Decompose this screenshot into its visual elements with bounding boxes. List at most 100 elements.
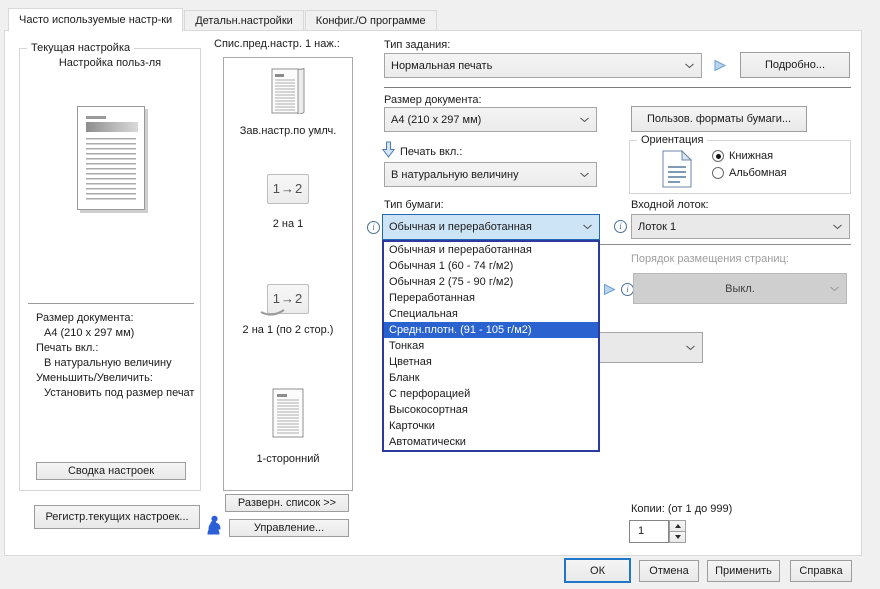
expand-list-button[interactable]: Разверн. список >> xyxy=(225,494,349,512)
job-type-value: Нормальная печать xyxy=(385,60,701,72)
chevron-down-icon xyxy=(583,225,592,230)
copies-spinner xyxy=(669,520,686,543)
apply-button[interactable]: Применить xyxy=(707,560,780,582)
one-click-presets-label: Спис.пред.настр. 1 наж.: xyxy=(214,38,340,50)
preview-heading-line xyxy=(86,116,106,119)
preset-item-3[interactable]: 1-сторонний xyxy=(224,388,352,465)
paper-type-option-2[interactable]: Обычная 2 (75 - 90 г/м2) xyxy=(384,274,598,290)
two-up-icon: 1→2 xyxy=(267,174,309,204)
up-arrow-icon xyxy=(675,524,681,528)
divider xyxy=(28,303,194,304)
page-order-value: Выкл. xyxy=(634,283,846,295)
paper-type-label: Тип бумаги: xyxy=(384,199,444,211)
paper-type-option-3[interactable]: Переработанная xyxy=(384,290,598,306)
orientation-option-1[interactable]: Альбомная xyxy=(712,167,787,179)
info-icon xyxy=(367,221,380,234)
copies-input[interactable]: 1 xyxy=(629,520,669,543)
summary-label: Уменьшить/Увеличить: xyxy=(36,371,200,386)
preview-shaded-band xyxy=(86,122,138,132)
current-preset-name: Настройка польз-ля xyxy=(20,57,200,69)
chevron-down-icon xyxy=(685,63,694,68)
summary-value: A4 (210 x 297 мм) xyxy=(36,326,200,341)
paper-type-option-0[interactable]: Обычная и переработанная xyxy=(384,242,598,258)
paper-type-option-6[interactable]: Тонкая xyxy=(384,338,598,354)
preset-item-label: 2 на 1 (по 2 стор.) xyxy=(224,324,352,336)
details-button[interactable]: Подробно... xyxy=(740,52,850,78)
chevron-down-icon xyxy=(833,224,842,229)
spinner-down-button[interactable] xyxy=(669,531,686,543)
orientation-option-label: Альбомная xyxy=(729,167,787,179)
orientation-group: Ориентация КнижнаяАльбомная xyxy=(629,140,851,194)
paper-type-option-1[interactable]: Обычная 1 (60 - 74 г/м2) xyxy=(384,258,598,274)
one-click-presets-list: Зав.настр.по умлч.1→22 на 11→22 на 1 (по… xyxy=(223,57,353,491)
tab-0[interactable]: Часто используемые настр-ки xyxy=(8,8,183,32)
summary-value: Установить под размер печат xyxy=(36,386,200,401)
factory-default-document-icon xyxy=(271,68,305,114)
preview-text-lines xyxy=(86,138,136,201)
chevron-down-icon xyxy=(686,345,695,350)
paper-type-value: Обычная и переработанная xyxy=(383,221,599,233)
document-size-value: A4 (210 x 297 мм) xyxy=(385,114,596,126)
preset-item-label: 1-сторонний xyxy=(224,453,352,465)
page-order-label: Порядок размещения страниц: xyxy=(631,253,789,265)
print-on-select[interactable]: В натуральную величину xyxy=(384,162,597,187)
help-button[interactable]: Справка xyxy=(790,560,852,582)
input-tray-label: Входной лоток: xyxy=(631,199,709,211)
job-type-label: Тип задания: xyxy=(384,39,450,51)
document-preview xyxy=(77,106,145,210)
document-size-label: Размер документа: xyxy=(384,94,482,106)
settings-summary-button[interactable]: Сводка настроек xyxy=(36,462,186,480)
tab-1[interactable]: Детальн.настройки xyxy=(184,10,304,31)
chevron-down-icon xyxy=(580,117,589,122)
preset-item-label: Зав.настр.по умлч. xyxy=(224,125,352,137)
register-current-settings-button[interactable]: Регистр.текущих настроек... xyxy=(34,505,200,529)
paper-type-option-5[interactable]: Средн.плотн. (91 - 105 г/м2) xyxy=(384,322,598,338)
copies-label: Копии: (от 1 до 999) xyxy=(631,503,732,515)
orientation-options: Книжная Альбомная xyxy=(712,150,787,179)
paper-type-option-11[interactable]: Карточки xyxy=(384,418,598,434)
document-size-select[interactable]: A4 (210 x 297 мм) xyxy=(384,107,597,132)
info-icon xyxy=(614,220,627,233)
paper-type-select[interactable]: Обычная и переработанная xyxy=(382,214,600,240)
summary-label: Печать вкл.: xyxy=(36,341,200,356)
orientation-option-0[interactable]: Книжная xyxy=(712,150,787,162)
current-settings-group: Текущая настройка Настройка польз-ля Раз… xyxy=(19,48,201,491)
chevron-down-icon xyxy=(830,286,839,291)
preset-item-1[interactable]: 1→22 на 1 xyxy=(224,174,352,230)
scale-down-arrow-icon xyxy=(382,141,395,158)
paper-type-option-4[interactable]: Специальная xyxy=(384,306,598,322)
settings-summary: Размер документа:A4 (210 x 297 мм)Печать… xyxy=(36,311,200,401)
separator xyxy=(384,87,851,88)
radio-unselected-icon xyxy=(712,167,724,179)
manage-presets-button[interactable]: Управление... xyxy=(229,519,349,537)
orientation-option-label: Книжная xyxy=(729,150,773,162)
orientation-group-title: Ориентация xyxy=(637,134,707,146)
two-up-duplex-icon: 1→2 xyxy=(267,284,309,314)
paper-type-dropdown-list: Обычная и переработаннаяОбычная 1 (60 - … xyxy=(382,240,600,452)
cancel-button[interactable]: Отмена xyxy=(639,560,699,582)
custom-paper-sizes-button[interactable]: Пользов. форматы бумаги... xyxy=(631,106,807,132)
down-arrow-icon xyxy=(675,535,681,539)
summary-label: Размер документа: xyxy=(36,311,200,326)
ok-button[interactable]: ОК xyxy=(564,558,631,583)
portrait-page-icon xyxy=(662,150,692,188)
input-tray-select[interactable]: Лоток 1 xyxy=(631,214,850,239)
summary-value: В натуральную величину xyxy=(36,356,200,371)
user-icon xyxy=(207,520,220,535)
chevron-down-icon xyxy=(580,172,589,177)
play-triangle-icon xyxy=(713,59,727,72)
print-on-value: В натуральную величину xyxy=(385,169,596,181)
print-on-label: Печать вкл.: xyxy=(400,146,462,158)
paper-type-option-7[interactable]: Цветная xyxy=(384,354,598,370)
radio-selected-icon xyxy=(712,150,724,162)
one-sided-document-icon xyxy=(272,388,304,438)
job-type-select[interactable]: Нормальная печать xyxy=(384,53,702,78)
tab-2[interactable]: Конфиг./О программе xyxy=(305,10,437,31)
paper-type-option-10[interactable]: Высокосортная xyxy=(384,402,598,418)
preset-item-0[interactable]: Зав.настр.по умлч. xyxy=(224,68,352,137)
paper-type-option-8[interactable]: Бланк xyxy=(384,370,598,386)
paper-type-option-9[interactable]: С перфорацией xyxy=(384,386,598,402)
current-settings-group-title: Текущая настройка xyxy=(27,42,134,54)
paper-type-option-12[interactable]: Автоматически xyxy=(384,434,598,450)
preset-item-2[interactable]: 1→2 2 на 1 (по 2 стор.) xyxy=(224,284,352,336)
